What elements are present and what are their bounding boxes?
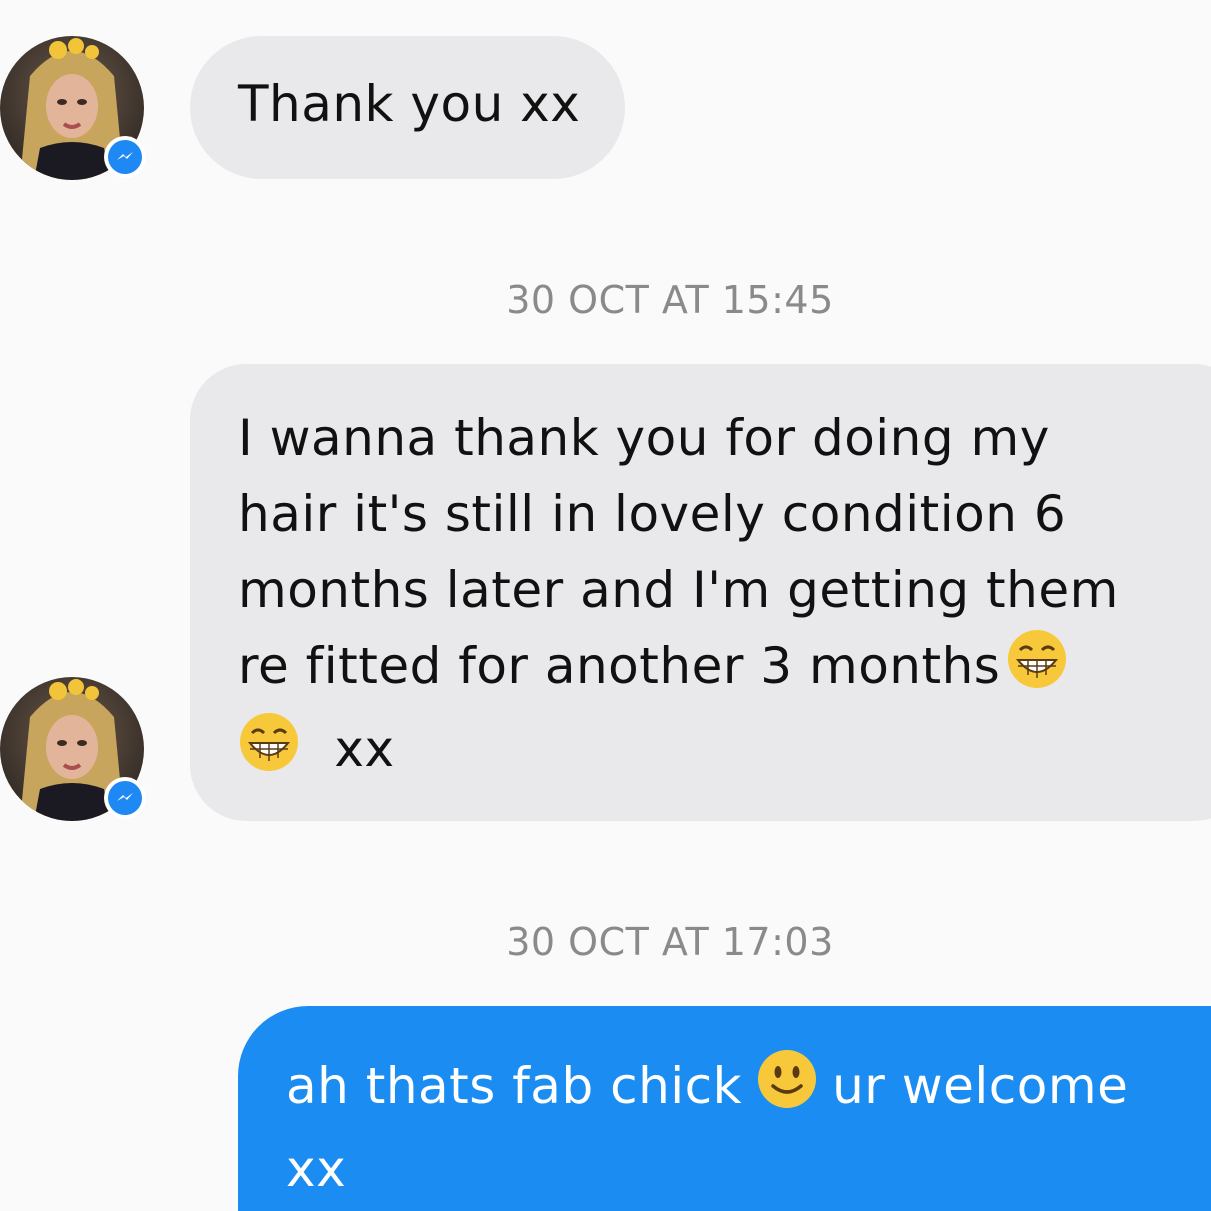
message-line: ah thats fab chick ur welcome	[286, 1048, 1211, 1131]
message-line: xx	[286, 1140, 347, 1198]
message-thread: Thank you xx 30 OCT AT 15:45 I wanna tha…	[0, 0, 1211, 1211]
message-bubble-incoming[interactable]: Thank you xx	[190, 36, 625, 179]
contact-avatar[interactable]	[0, 677, 146, 821]
grinning-face-emoji	[238, 711, 300, 794]
grinning-face-emoji	[1006, 628, 1068, 711]
message-bubble-outgoing[interactable]: ah thats fab chick ur welcome xx	[238, 1006, 1211, 1211]
message-line: xx	[238, 711, 1211, 794]
message-line: months later and I'm getting them	[238, 561, 1119, 619]
message-line: re fitted for another 3 months	[238, 628, 1211, 711]
messenger-icon	[108, 140, 142, 174]
message-line-text: ur welcome	[832, 1057, 1129, 1115]
slightly-smiling-face-emoji	[756, 1048, 818, 1131]
messenger-badge	[104, 777, 146, 819]
message-line: hair it's still in lovely condition 6	[238, 485, 1067, 543]
message-text: Thank you xx	[238, 75, 581, 133]
message-line-text: re fitted for another 3 months	[238, 637, 1001, 695]
message-timestamp: 30 OCT AT 15:45	[506, 278, 834, 322]
messenger-icon	[108, 781, 142, 815]
message-line: I wanna thank you for doing my	[238, 409, 1050, 467]
message-bubble-incoming[interactable]: I wanna thank you for doing my hair it's…	[190, 364, 1211, 821]
messenger-badge	[104, 136, 146, 178]
message-line-text: xx	[334, 720, 395, 778]
message-line-text: ah thats fab chick	[286, 1057, 743, 1115]
contact-avatar[interactable]	[0, 36, 146, 180]
message-timestamp: 30 OCT AT 17:03	[506, 920, 834, 964]
